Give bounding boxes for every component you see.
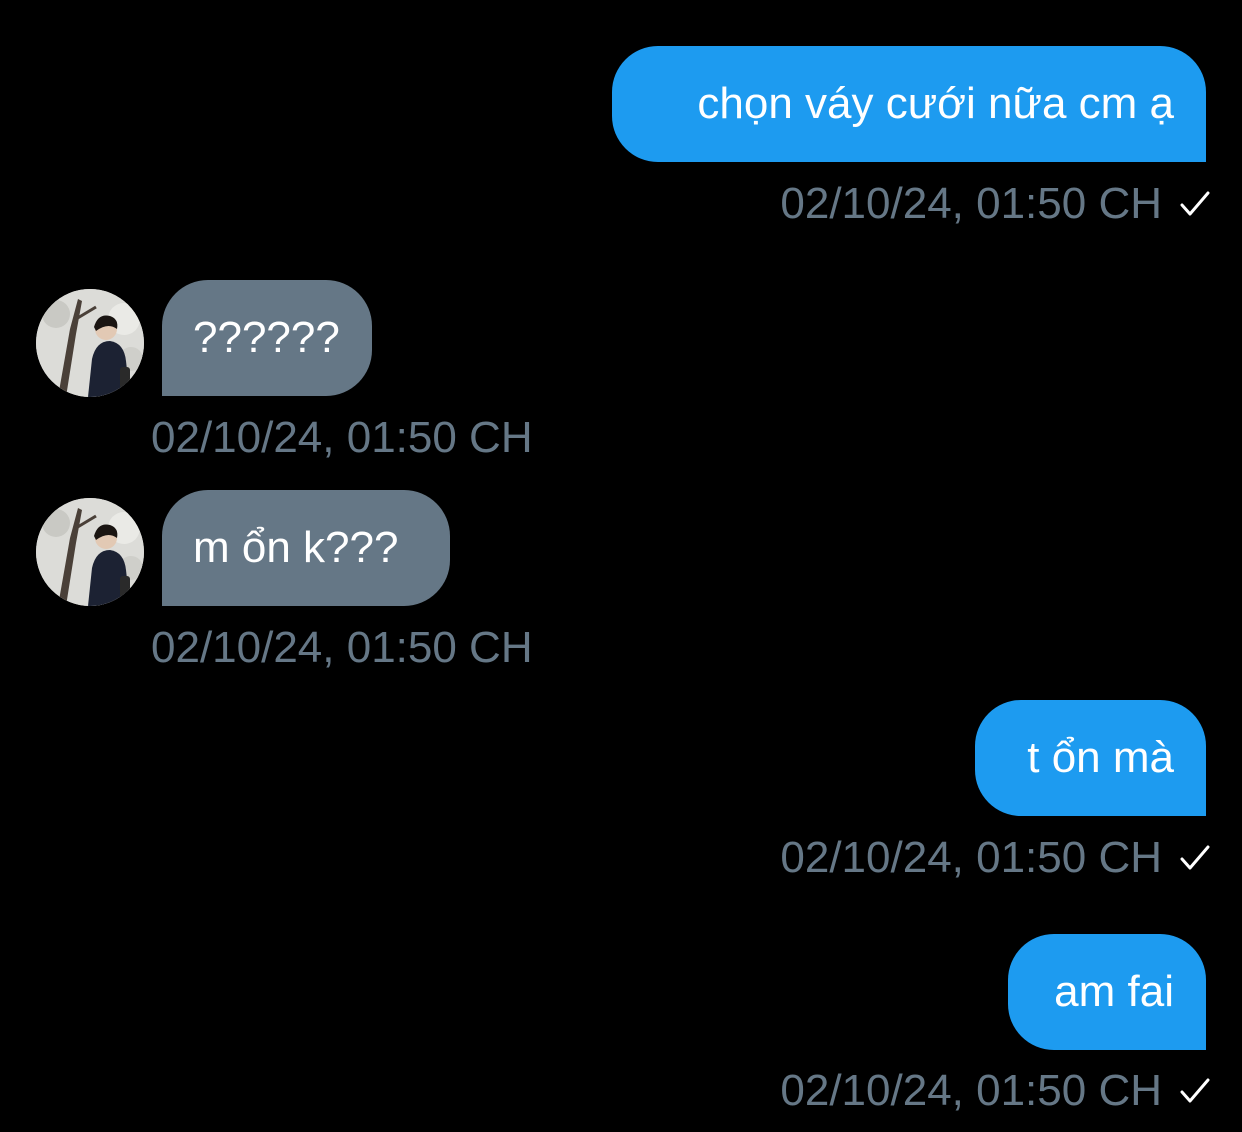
- message-meta: 02/10/24, 01:50 CH: [780, 1068, 1212, 1114]
- message-bubble-outgoing[interactable]: am fai: [1008, 934, 1206, 1050]
- message-text: am fai: [1054, 967, 1174, 1016]
- check-icon: [1180, 845, 1210, 870]
- message-timestamp: 02/10/24, 01:50 CH: [780, 179, 1162, 228]
- avatar[interactable]: [36, 498, 144, 606]
- message-bubble-incoming[interactable]: ??????: [162, 280, 372, 396]
- message-meta: 02/10/24, 01:50 CH: [780, 181, 1212, 227]
- message-meta: 02/10/24, 01:50 CH: [151, 625, 533, 671]
- avatar[interactable]: [36, 289, 144, 397]
- message-timestamp: 02/10/24, 01:50 CH: [151, 623, 533, 672]
- message-meta: 02/10/24, 01:50 CH: [780, 835, 1212, 881]
- message-text: t ổn mà: [1027, 733, 1174, 782]
- check-icon: [1180, 1078, 1210, 1103]
- message-bubble-incoming[interactable]: m ổn k???: [162, 490, 450, 606]
- check-icon: [1180, 191, 1210, 216]
- message-text: ??????: [193, 313, 340, 362]
- message-timestamp: 02/10/24, 01:50 CH: [780, 1066, 1162, 1115]
- message-text: m ổn k???: [193, 523, 399, 572]
- avatar-photo: [36, 289, 144, 397]
- message-meta: 02/10/24, 01:50 CH: [151, 415, 533, 461]
- message-text: chọn váy cưới nữa cm ạ: [697, 79, 1174, 128]
- avatar-photo: [36, 498, 144, 606]
- message-timestamp: 02/10/24, 01:50 CH: [780, 833, 1162, 882]
- message-timestamp: 02/10/24, 01:50 CH: [151, 413, 533, 462]
- message-bubble-outgoing[interactable]: t ổn mà: [975, 700, 1206, 816]
- message-bubble-outgoing[interactable]: chọn váy cưới nữa cm ạ: [612, 46, 1206, 162]
